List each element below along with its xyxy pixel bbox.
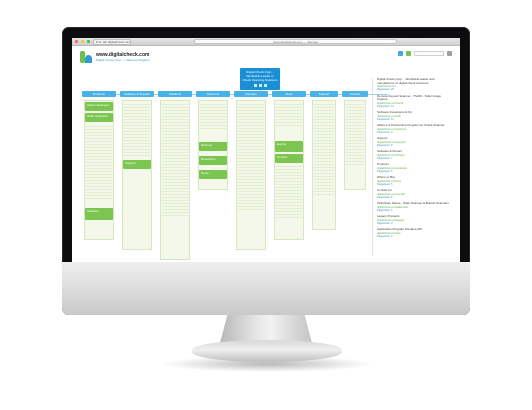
item-meta: Pageviews: 9 [377, 130, 393, 134]
item-meta: Pageviews: 11 [377, 117, 394, 121]
browser-tab[interactable]: D.H. tab digitalcheck.com [93, 38, 131, 45]
card-label: Events [277, 142, 287, 146]
sitemap-card[interactable]: Partners [199, 142, 227, 151]
card-label: Contact [277, 155, 288, 159]
monitor-stand-neck [220, 315, 312, 343]
card-label: Support [125, 161, 136, 165]
list-item[interactable]: Alliance & Partnership Program for Check… [377, 124, 452, 134]
card-label: Teller Scanners [87, 114, 108, 118]
column-header[interactable]: Partners [234, 91, 268, 97]
browser-titlebar: D.H. tab digitalcheck.com www.digitalche… [72, 38, 460, 46]
column-text-lines [200, 104, 226, 129]
address-bar[interactable]: www.digitalcheck.com — Sitemap [194, 39, 397, 44]
column-text-lines [238, 104, 264, 210]
card-label: Software [87, 209, 99, 213]
item-meta: Pageviews: 6 [377, 169, 393, 173]
item-meta: Pageviews: 5 [377, 195, 393, 199]
card-label: Partners [201, 143, 213, 147]
sitemap-card[interactable]: Teller Scanners [85, 113, 113, 122]
page-details-panel: Digital Check Corp. - Worldwide leader a… [372, 77, 452, 256]
item-title: Remote Deposit Scanner - TS240 - Teller … [377, 93, 441, 102]
list-item[interactable]: Legacy Products digitalcheck.com/legacy … [377, 215, 452, 225]
card-label: Check Scanners [87, 103, 110, 107]
maximize-window-icon[interactable] [87, 40, 90, 43]
list-item[interactable]: Remote Deposit Scanner - TS240 - Teller … [377, 93, 452, 109]
toolbar [398, 51, 452, 56]
column-header[interactable]: About Us [196, 91, 230, 97]
monitor-chin [62, 262, 470, 315]
column-header[interactable]: Products [82, 91, 116, 97]
column-text-lines [86, 126, 112, 199]
column-header[interactable]: Support [310, 91, 338, 97]
column-header[interactable]: Software & Support [120, 91, 154, 97]
list-item[interactable]: Contact Us digitalcheck.com/contact Page… [377, 189, 452, 199]
brand-logo-icon[interactable] [80, 51, 92, 63]
sitemap-card[interactable]: Check Scanners [85, 102, 113, 111]
column-header[interactable]: News [272, 91, 306, 97]
list-item[interactable]: Digital Check Corp. - Worldwide leader a… [377, 77, 452, 92]
sitemap-card[interactable]: Contact [275, 154, 303, 163]
list-item[interactable]: Products digitalcheck.com/products Pagev… [377, 163, 452, 173]
column-text-lines [346, 104, 364, 165]
item-meta: Pageviews: 20 [377, 88, 394, 92]
item-meta: Pageviews: 14 [377, 104, 394, 108]
share-icon[interactable] [398, 51, 403, 56]
product-photo: D.H. tab digitalcheck.com www.digitalche… [0, 0, 532, 410]
item-meta: Pageviews: 3 [377, 234, 393, 238]
sitemap-card[interactable]: Resources [199, 156, 227, 165]
item-meta: Pageviews: 3 [377, 221, 393, 225]
item-meta: Pageviews: 4 [377, 208, 393, 212]
list-item[interactable]: Software & Drivers digitalcheck.com/driv… [377, 150, 452, 160]
minimize-window-icon[interactable] [81, 40, 84, 43]
comment-icon[interactable] [263, 84, 267, 87]
close-window-icon[interactable] [75, 40, 78, 43]
list-item[interactable]: Support digitalcheck.com/support Pagevie… [377, 137, 452, 147]
list-item[interactable]: Application Program Interface API digita… [377, 228, 452, 238]
sitemap-card[interactable]: Software [85, 208, 113, 220]
root-node-label: Digital Check Corp. - Worldwide Leader i… [242, 70, 278, 82]
monitor-stand-base [192, 340, 342, 362]
column-text-lines [276, 104, 302, 126]
card-label: News [201, 171, 209, 175]
column-header[interactable]: Contact [342, 91, 368, 97]
column-text-lines [124, 104, 150, 156]
sitemap-card[interactable]: Support [123, 160, 151, 169]
settings-icon[interactable] [447, 51, 452, 56]
item-meta: Pageviews: 8 [377, 143, 393, 147]
brand-subtitle: Digital Check Corp. — Sitemap Diagram [96, 58, 150, 62]
list-item[interactable]: Where to Buy digitalcheck.com/buy Pagevi… [377, 176, 452, 186]
monitor-screen: D.H. tab digitalcheck.com www.digitalche… [72, 38, 460, 262]
root-node-actions [242, 84, 278, 87]
column-text-lines [162, 104, 188, 216]
brand-block: www.digitalcheck.com Digital Check Corp.… [96, 52, 150, 62]
column-text-lines [314, 104, 334, 195]
sitemap-card[interactable]: Events [275, 141, 303, 152]
column-header[interactable]: Solutions [158, 91, 192, 97]
list-item[interactable]: TellerScan Series - Teller Scanner & Bra… [377, 202, 452, 212]
edit-icon[interactable] [253, 84, 257, 87]
link-icon[interactable] [258, 84, 262, 87]
list-item[interactable]: Software Development Kit digitalcheck.co… [377, 111, 452, 121]
card-label: Resources [201, 157, 216, 161]
export-icon[interactable] [406, 51, 411, 56]
sitemap-card[interactable]: News [199, 170, 227, 179]
item-meta: Pageviews: 7 [377, 156, 393, 160]
search-input[interactable] [414, 51, 444, 56]
column-text-lines [276, 166, 302, 218]
item-meta: Pageviews: 5 [377, 182, 393, 186]
root-node[interactable]: Digital Check Corp. - Worldwide Leader i… [240, 68, 280, 90]
